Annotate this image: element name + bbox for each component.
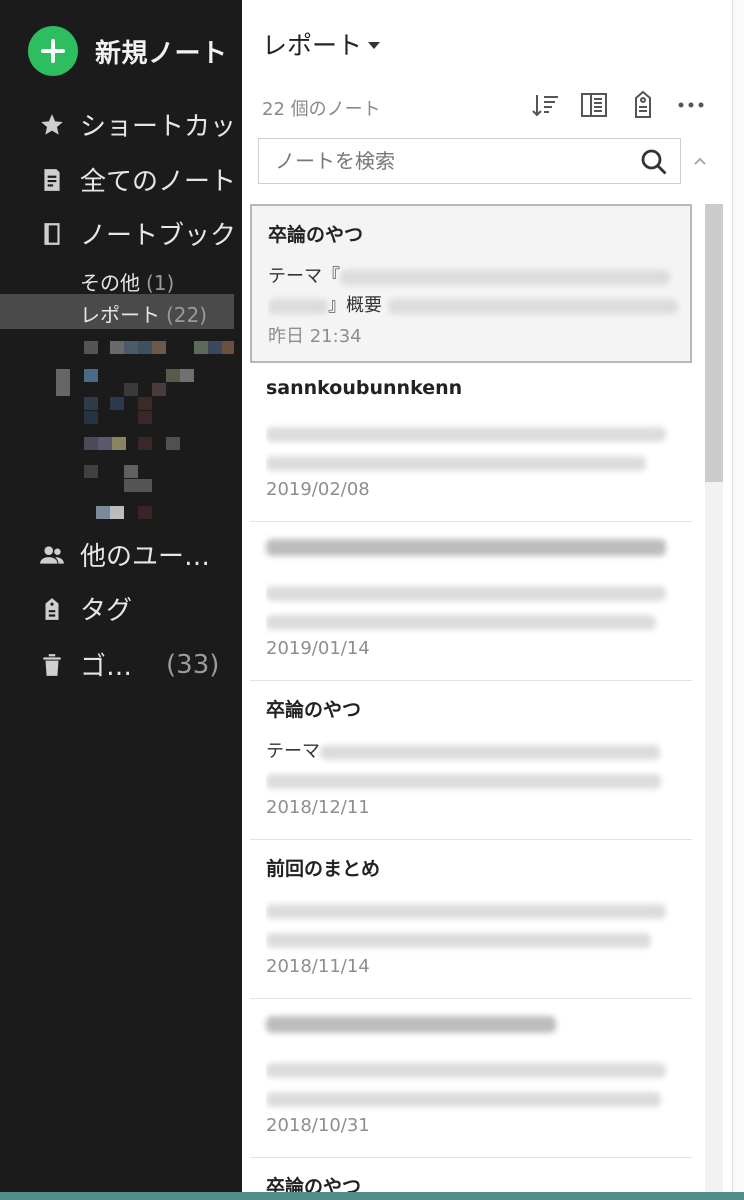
blurred-text xyxy=(266,455,646,471)
note-date: 2018/10/31 xyxy=(266,1115,370,1136)
search-icon[interactable] xyxy=(640,148,668,176)
note-snippet xyxy=(266,578,692,638)
plus-icon xyxy=(28,26,78,76)
tag-icon xyxy=(38,595,66,623)
sidebar-item-shortcuts[interactable]: ショートカット xyxy=(38,106,262,143)
sidebar-item-shared[interactable]: 他のユー… xyxy=(38,536,210,573)
note-title xyxy=(266,536,692,566)
note-snippet: テーマ『 』概要 xyxy=(268,262,690,322)
note-snippet-suffix: 』概要 xyxy=(328,295,382,316)
note-date: 昨日 21:34 xyxy=(268,326,362,347)
chevron-down-icon xyxy=(368,41,381,49)
notebook-count: (22) xyxy=(166,303,208,327)
note-title: 卒論のやつ xyxy=(266,699,362,721)
sidebar-item-all-notes[interactable]: 全てのノート xyxy=(38,161,236,198)
note-date: 2018/12/11 xyxy=(266,797,370,818)
note-title: 前回のまとめ xyxy=(266,858,381,880)
new-note-label: 新規ノート xyxy=(95,38,228,69)
star-icon xyxy=(38,111,66,139)
sidebar-item-trash[interactable]: ゴ… (33) xyxy=(38,646,219,683)
trash-count: (33) xyxy=(166,649,220,680)
trash-icon xyxy=(38,651,66,679)
note-title: sannkoubunnkenn xyxy=(266,377,463,399)
sidebar-item-label: ノートブック xyxy=(80,221,237,251)
note-card[interactable]: 卒論のやつ テーマ 2018/12/11 xyxy=(250,681,692,840)
note-card[interactable]: 卒論のやつ テーマ『 』概要 昨日 21:34 xyxy=(250,204,692,363)
sidebar-item-label: 全てのノート xyxy=(80,167,237,197)
note-snippet xyxy=(266,896,692,956)
sidebar-item-tags[interactable]: タグ xyxy=(38,590,132,627)
blurred-text xyxy=(266,1091,661,1107)
note-icon xyxy=(38,166,66,194)
note-title xyxy=(266,1013,692,1043)
blurred-text xyxy=(268,298,328,314)
blurred-text xyxy=(340,269,670,285)
chevron-up-icon[interactable] xyxy=(692,152,708,165)
notebook-count: (1) xyxy=(146,271,175,295)
blurred-text xyxy=(266,539,666,556)
note-card[interactable]: sannkoubunnkenn 2019/02/08 xyxy=(250,363,692,522)
sidebar-notebook-report[interactable]: レポート (22) xyxy=(80,299,207,328)
notebook-icon xyxy=(38,220,66,248)
search-box xyxy=(258,138,681,184)
taskbar-strip xyxy=(0,1192,744,1200)
scrollbar-thumb[interactable] xyxy=(705,204,723,482)
notebook-label: レポート xyxy=(80,303,160,327)
sidebar: 新規ノート ショートカット 全てのノート ノートブック その他 (1) レポート(… xyxy=(0,0,262,1200)
blurred-text xyxy=(266,773,661,789)
notebook-label: その他 xyxy=(80,271,140,295)
sidebar-item-notebooks[interactable]: ノートブック xyxy=(38,215,236,252)
note-snippet xyxy=(266,1055,692,1115)
sidebar-item-label: ゴ… xyxy=(80,652,133,682)
sidebar-item-label: ショートカット xyxy=(80,112,263,142)
note-snippet: テーマ xyxy=(266,737,692,797)
blurred-text xyxy=(266,903,666,919)
new-note-button[interactable]: 新規ノート xyxy=(28,26,228,76)
page-title: レポート xyxy=(262,31,363,60)
note-card[interactable]: 2019/01/14 xyxy=(250,522,692,681)
note-snippet-prefix: テーマ xyxy=(266,741,320,762)
blurred-text xyxy=(266,1062,666,1078)
blurred-text xyxy=(266,614,656,630)
editor-edge xyxy=(732,0,744,1200)
note-date: 2018/11/14 xyxy=(266,956,370,977)
blurred-text xyxy=(266,426,666,442)
blurred-text xyxy=(266,1016,556,1033)
note-snippet xyxy=(266,419,692,479)
blurred-text xyxy=(387,298,678,314)
blurred-text xyxy=(266,932,651,948)
more-options-icon[interactable] xyxy=(676,90,706,120)
note-date: 2019/01/14 xyxy=(266,638,370,659)
note-card[interactable]: 2018/10/31 xyxy=(250,999,692,1158)
note-date: 2019/02/08 xyxy=(266,479,370,500)
notebook-title-dropdown[interactable]: レポート xyxy=(262,26,381,62)
tag-filter-icon[interactable] xyxy=(628,90,658,120)
blurred-text xyxy=(266,585,666,601)
sort-icon[interactable] xyxy=(530,90,560,120)
sidebar-item-label: タグ xyxy=(80,596,133,626)
note-list-panel: レポート 22 個のノート 卒論の xyxy=(242,0,732,1200)
sidebar-notebook-other[interactable]: その他 (1) xyxy=(80,267,174,296)
users-icon xyxy=(38,541,66,569)
note-title: 卒論のやつ xyxy=(268,224,364,246)
search-input[interactable] xyxy=(259,139,629,183)
note-list: 卒論のやつ テーマ『 』概要 昨日 21:34 sannkoubunnkenn … xyxy=(250,204,692,1198)
note-count: 22 個のノート xyxy=(262,99,381,120)
note-card[interactable]: 前回のまとめ 2018/11/14 xyxy=(250,840,692,999)
sidebar-item-label: 他のユー… xyxy=(80,542,211,572)
note-snippet-prefix: テーマ『 xyxy=(268,266,340,287)
view-layout-icon[interactable] xyxy=(579,90,609,120)
blurred-text xyxy=(320,744,660,760)
